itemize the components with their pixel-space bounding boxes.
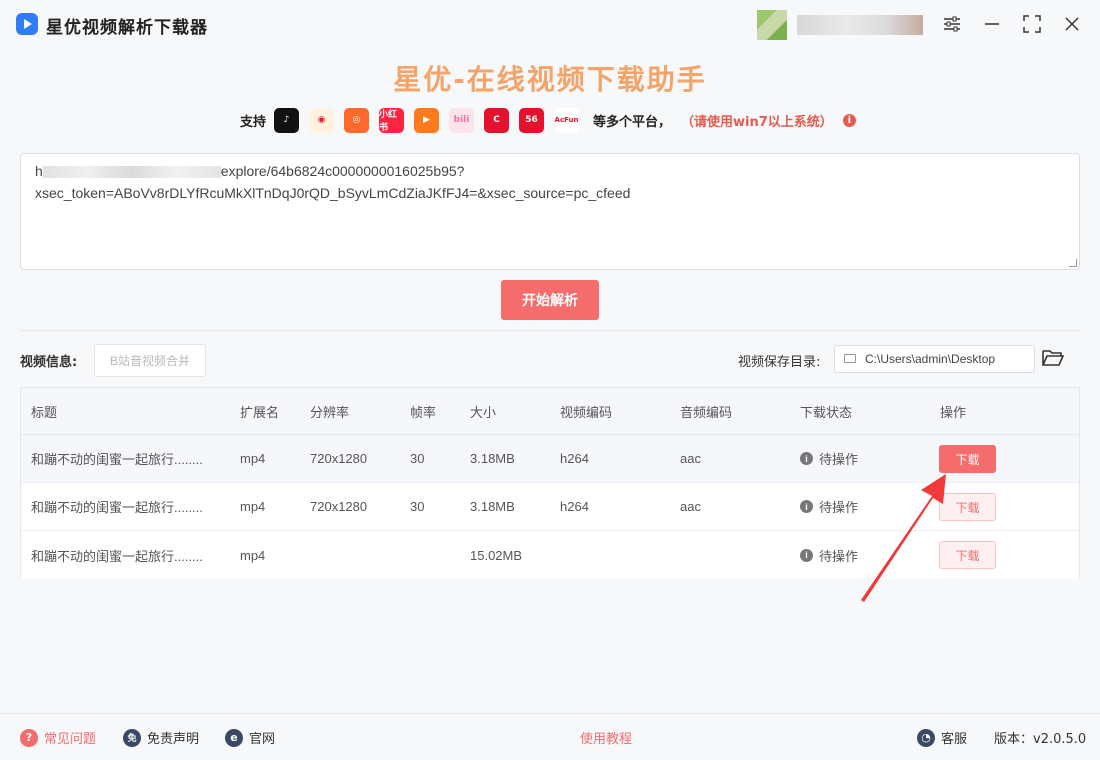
title-bar: 星优视频解析下载器 bbox=[0, 0, 1100, 48]
folder-icon bbox=[844, 354, 856, 363]
platforms-tail-text: 等多个平台， bbox=[593, 114, 672, 130]
row-title: 和蹦不动的闺蜜一起旅行........ bbox=[31, 548, 203, 564]
bilibili-icon: bili bbox=[449, 107, 475, 133]
url-line1-suffix: explore/64b6824c0000000016025b95? bbox=[220, 163, 465, 179]
table-row[interactable]: 和蹦不动的闺蜜一起旅行........ mp4 15.02MB i 待操作 下载 bbox=[21, 531, 1079, 579]
website-link[interactable]: e 官网 bbox=[225, 728, 275, 747]
minimize-icon[interactable] bbox=[980, 12, 1004, 36]
user-name-blurred[interactable] bbox=[797, 15, 923, 35]
acfun-icon: AcFun bbox=[554, 107, 580, 133]
tiktok-icon: ♪ bbox=[274, 107, 300, 133]
divider bbox=[20, 330, 1080, 331]
row-size: 3.18MB bbox=[470, 451, 515, 466]
row-video-codec: h264 bbox=[560, 499, 589, 514]
table-row[interactable]: 和蹦不动的闺蜜一起旅行........ mp4 720x1280 30 3.18… bbox=[21, 435, 1079, 483]
row-title: 和蹦不动的闺蜜一起旅行........ bbox=[31, 500, 203, 515]
url-line1-prefix: h bbox=[35, 163, 43, 179]
row-size: 3.18MB bbox=[470, 499, 515, 514]
bilibili-merge-button[interactable]: B站音视频合并 bbox=[94, 344, 206, 377]
website-label: 官网 bbox=[249, 732, 276, 747]
header-status: 下载状态 bbox=[800, 405, 853, 421]
customer-service-link[interactable]: ◔ 客服 bbox=[917, 728, 967, 747]
row-status-text: 待操作 bbox=[819, 452, 859, 467]
header-video-codec: 视频编码 bbox=[560, 405, 613, 421]
app-logo-icon bbox=[16, 13, 38, 35]
kuaishou-icon: ◎ bbox=[344, 107, 370, 133]
download-button[interactable]: 下载 bbox=[939, 541, 996, 569]
version-text: 版本：v2.0.5.0 bbox=[994, 732, 1087, 747]
header-action: 操作 bbox=[940, 405, 967, 421]
download-button[interactable]: 下载 bbox=[939, 493, 996, 521]
start-parse-button[interactable]: 开始解析 bbox=[501, 280, 599, 320]
header-audio-codec: 音频编码 bbox=[680, 405, 733, 421]
row-status: i 待操作 bbox=[800, 483, 858, 530]
app-title: 星优视频解析下载器 bbox=[46, 18, 208, 38]
header-fps: 帧率 bbox=[410, 405, 437, 421]
cctv-icon: C bbox=[484, 107, 510, 133]
header-ext: 扩展名 bbox=[240, 405, 280, 421]
close-icon[interactable] bbox=[1060, 12, 1084, 36]
header-resolution: 分辨率 bbox=[310, 405, 350, 421]
user-avatar[interactable] bbox=[757, 10, 787, 40]
table-header: 标题 扩展名 分辨率 帧率 大小 视频编码 音频编码 下载状态 操作 bbox=[21, 388, 1079, 435]
row-fps: 30 bbox=[410, 499, 425, 514]
row-title: 和蹦不动的闺蜜一起旅行........ bbox=[31, 452, 203, 467]
row-fps: 30 bbox=[410, 451, 425, 466]
row-size: 15.02MB bbox=[470, 547, 523, 563]
status-info-icon: i bbox=[800, 452, 813, 465]
platform-icons: ♪ ◉ ◎ 小红书 ▶ bili C 56 AcFun bbox=[274, 107, 589, 133]
row-video-codec: h264 bbox=[560, 451, 589, 466]
maximize-icon[interactable] bbox=[1020, 12, 1044, 36]
video-table: 标题 扩展名 分辨率 帧率 大小 视频编码 音频编码 下载状态 操作 和蹦不动的… bbox=[20, 387, 1080, 579]
headset-icon: ◔ bbox=[917, 728, 935, 747]
resize-grip-icon[interactable] bbox=[1069, 259, 1077, 267]
browser-icon: e bbox=[225, 728, 243, 747]
status-info-icon: i bbox=[800, 500, 813, 513]
download-button[interactable]: 下载 bbox=[939, 445, 996, 473]
tencent-video-icon: ▶ bbox=[414, 107, 440, 133]
support-label: 支持 bbox=[240, 114, 267, 130]
table-row[interactable]: 和蹦不动的闺蜜一起旅行........ mp4 720x1280 30 3.18… bbox=[21, 483, 1079, 531]
service-label: 客服 bbox=[941, 732, 968, 747]
url-input[interactable]: h explore/64b6824c0000000016025b95? xsec_… bbox=[20, 153, 1080, 270]
save-dir-input[interactable]: C:\Users\admin\Desktop bbox=[834, 345, 1035, 373]
save-dir-label: 视频保存目录: bbox=[738, 355, 821, 370]
row-ext: mp4 bbox=[240, 499, 266, 514]
info-icon[interactable]: i bbox=[842, 113, 856, 127]
row-status-text: 待操作 bbox=[819, 548, 859, 564]
row-audio-codec: aac bbox=[680, 499, 701, 514]
row-status: i 待操作 bbox=[800, 531, 858, 579]
row-status-text: 待操作 bbox=[819, 500, 859, 515]
settings-icon[interactable] bbox=[940, 12, 964, 36]
header-size: 大小 bbox=[470, 405, 497, 421]
open-folder-icon[interactable] bbox=[1042, 348, 1065, 368]
xiaohongshu-icon: 小红书 bbox=[379, 107, 405, 133]
disclaimer-label: 免责声明 bbox=[147, 732, 200, 747]
weibo-icon: ◉ bbox=[309, 107, 335, 133]
question-icon: ? bbox=[20, 728, 38, 747]
disclaimer-link[interactable]: 免 免责声明 bbox=[123, 728, 199, 747]
footer: ? 常见问题 免 免责声明 e 官网 使用教程 ◔ 客服 版本：v2.0.5.0 bbox=[0, 713, 1100, 760]
disclaimer-icon: 免 bbox=[123, 728, 141, 747]
faq-link[interactable]: ? 常见问题 bbox=[20, 728, 96, 747]
56-icon: 56 bbox=[519, 107, 545, 133]
video-info-label: 视频信息: bbox=[20, 355, 78, 370]
row-ext: mp4 bbox=[240, 547, 266, 563]
supported-platforms-row: 支持 ♪ ◉ ◎ 小红书 ▶ bili C 56 AcFun 等多个平台， （请使用win7以上… bbox=[240, 106, 856, 134]
faq-label: 常见问题 bbox=[44, 732, 97, 747]
row-status: i 待操作 bbox=[800, 435, 858, 482]
system-requirement-note: （请使用win7以上系统） bbox=[681, 114, 833, 130]
row-resolution: 720x1280 bbox=[310, 499, 368, 514]
tutorial-link[interactable]: 使用教程 bbox=[580, 728, 632, 747]
url-blurred-segment bbox=[42, 166, 221, 179]
row-ext: mp4 bbox=[240, 451, 266, 466]
url-line2: xsec_token=ABoVv8rDLYfRcuMkXlTnDqJ0rQD_b… bbox=[35, 185, 631, 201]
status-info-icon: i bbox=[800, 548, 813, 562]
header-title: 标题 bbox=[31, 405, 58, 421]
row-audio-codec: aac bbox=[680, 451, 701, 466]
row-resolution: 720x1280 bbox=[310, 451, 368, 466]
main-heading: 星优-在线视频下载助手 bbox=[393, 63, 707, 96]
